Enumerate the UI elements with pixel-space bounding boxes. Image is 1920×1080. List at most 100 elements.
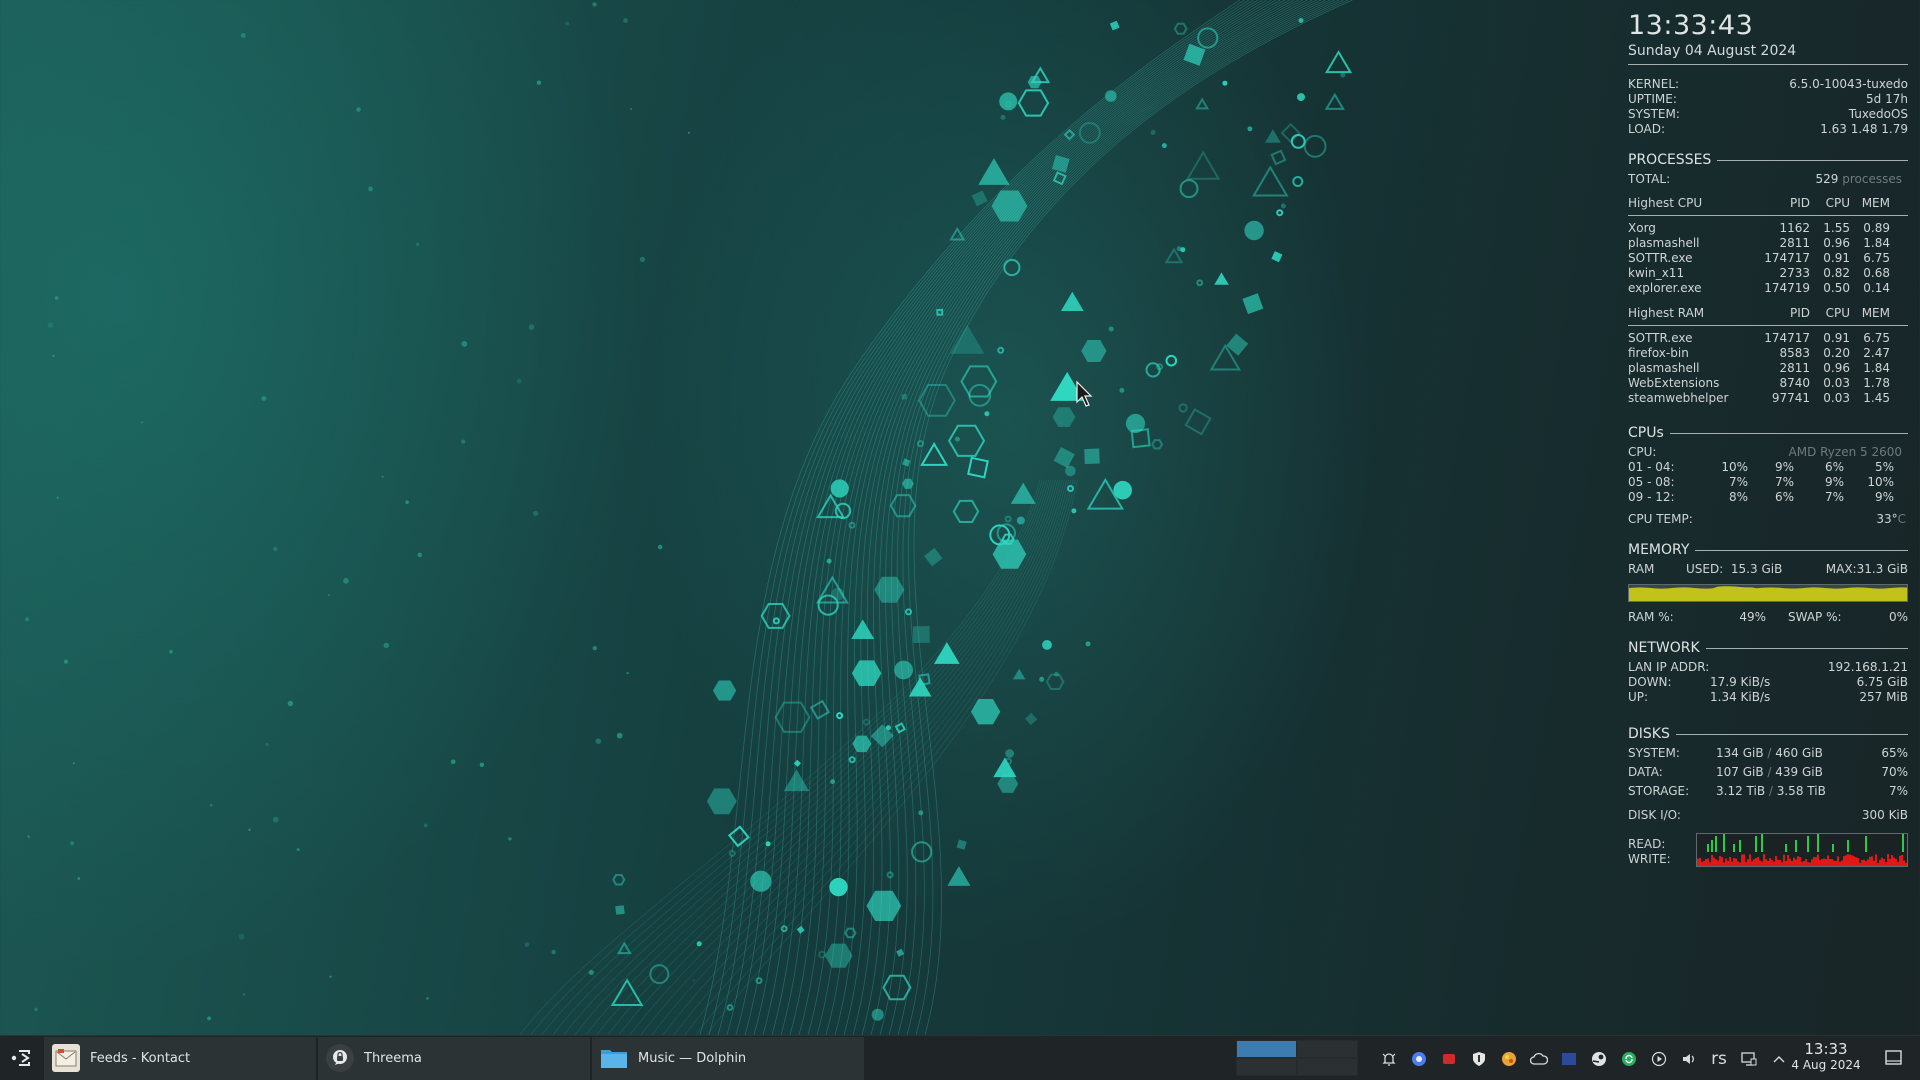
disk-write-bar (1885, 862, 1887, 866)
red-app-icon[interactable] (1434, 1036, 1464, 1080)
disk-write-bar (1873, 860, 1875, 866)
wallpaper-shape (1276, 209, 1284, 217)
wallpaper-shape (1119, 387, 1125, 393)
wallpaper-sparkle (265, 743, 269, 747)
desktop-1[interactable] (1236, 1040, 1297, 1058)
wallpaper-sparkle (592, 2, 597, 7)
desktop-2[interactable] (1297, 1040, 1358, 1058)
wallpaper-shape (851, 660, 882, 686)
keyboard-layout-indicator[interactable]: rs (1704, 1036, 1734, 1080)
wallpaper-sparkle (34, 1007, 38, 1012)
wallpaper-shape (1071, 508, 1077, 514)
disk-write-bar (1713, 857, 1715, 866)
disk-write-bar (1733, 857, 1735, 866)
wallpaper-shape (848, 521, 856, 529)
wallpaper-shape (829, 877, 848, 897)
wallpaper-shape (1252, 165, 1289, 197)
disk-write-bar (1847, 854, 1849, 866)
process-mem: 0.14 (1863, 281, 1890, 295)
disk-write-bar (1821, 859, 1823, 866)
wallpaper-shape (1292, 176, 1304, 187)
wallpaper-shape (780, 925, 788, 933)
cloud-sync-icon[interactable] (1524, 1036, 1554, 1080)
disk-usage-list: SYSTEM: 134 GiB / 460 GiB 65% DATA: 107 GiB … (1628, 746, 1908, 799)
process-pid: 2733 (1779, 266, 1810, 280)
wallpaper-sparkle (140, 421, 143, 424)
disk-size: 3.58 TiB (1776, 784, 1826, 798)
media-play-icon[interactable] (1644, 1036, 1674, 1080)
dolphin-folder-icon (600, 1044, 628, 1072)
wallpaper-shape (917, 440, 924, 448)
disk-write-bar (1837, 856, 1839, 866)
disk-write-bar (1727, 860, 1729, 866)
disk-write-bar (1769, 858, 1771, 866)
widget-clock: 13:33:43 (1628, 10, 1754, 41)
cpu-core-usage-value: 9% (1874, 490, 1894, 504)
show-desktop-icon[interactable] (1884, 1048, 1904, 1068)
wallpaper-sparkle (243, 993, 245, 996)
system-row: LOAD: 1.63 1.48 1.79 (1628, 122, 1908, 136)
process-mem: 2.47 (1863, 346, 1890, 360)
wallpaper-shape (993, 757, 1017, 778)
wallpaper-sparkle (77, 877, 81, 880)
wallpaper-shape (772, 617, 780, 625)
wave-line (699, 0, 1241, 1035)
disk-write-bar (1817, 854, 1819, 866)
taskbar: Feeds - Kontact Threema Music — Dolphin … (0, 1035, 1920, 1080)
disk-write-bar (1875, 854, 1877, 866)
disk-write-bar (1747, 859, 1749, 866)
disk-read-bar (1711, 840, 1713, 852)
process-row: WebExtensions 8740 0.03 1.78 (1628, 376, 1908, 391)
wave-line (861, 0, 1322, 1035)
task-dolphin[interactable]: Music — Dolphin (592, 1036, 864, 1080)
disk-write-bar (1699, 857, 1701, 866)
wallpaper-shape (1025, 712, 1038, 726)
shield-icon[interactable] (1464, 1036, 1494, 1080)
display-app-icon[interactable] (1554, 1036, 1584, 1080)
wallpaper-shape (1052, 407, 1076, 427)
wallpaper-shape (588, 970, 594, 975)
disk-io-graph: READ: WRITE: (1628, 833, 1908, 867)
wallpaper-shape (830, 479, 849, 498)
disk-write-bar (1709, 862, 1711, 866)
process-total: TOTAL: 529 processes (1628, 172, 1902, 186)
wave-line (552, 479, 1047, 1035)
notifications-bell-icon[interactable] (1374, 1036, 1404, 1080)
wallpaper-shape (1242, 293, 1264, 315)
taskbar-clock[interactable]: 13:33 4 Aug 2024 (1786, 1040, 1866, 1073)
wallpaper-shape (901, 394, 907, 400)
disk-write-bar (1765, 858, 1767, 866)
color-picker-icon[interactable] (1494, 1036, 1524, 1080)
volume-icon[interactable] (1674, 1036, 1704, 1080)
desktop-3[interactable] (1236, 1058, 1297, 1076)
process-row: plasmashell 2811 0.96 1.84 (1628, 361, 1908, 376)
system-info: KERNEL: 6.5.0-10043-tuxedo UPTIME: 5d 17h … (1628, 77, 1908, 137)
highest-cpu-header: Highest CPU PID CPU MEM (1628, 196, 1890, 210)
wallpaper-shape (950, 324, 985, 354)
update-sync-icon[interactable] (1614, 1036, 1644, 1080)
desktop-4[interactable] (1297, 1058, 1358, 1076)
highest-ram-list: SOTTR.exe 174717 0.91 6.75 firefox-bin 8583 0.… (1628, 331, 1908, 406)
disk-read-bar (1807, 836, 1809, 852)
application-launcher-button[interactable] (0, 1036, 44, 1080)
process-name: Xorg (1628, 221, 1656, 235)
network-monitor-icon[interactable] (1734, 1036, 1764, 1080)
task-kontact[interactable]: Feeds - Kontact (44, 1036, 316, 1080)
disk-write-bar (1781, 862, 1783, 866)
wallpaper-shape (905, 608, 912, 616)
disk-write-bar (1763, 854, 1765, 866)
cpu-temp-row: CPU TEMP: 33°C (1628, 512, 1906, 526)
disk-read-bar (1902, 834, 1904, 852)
disk-write-bar (1703, 860, 1705, 866)
task-threema[interactable]: Threema (318, 1036, 590, 1080)
chat-app-icon[interactable] (1404, 1036, 1434, 1080)
highest-ram-header: Highest RAM PID CPU MEM (1628, 306, 1890, 320)
disk-usage: 3.12 TiB / 3.58 TiB (1716, 784, 1836, 799)
wallpaper-shape (1178, 403, 1188, 413)
disk-write-bar (1807, 862, 1809, 866)
steam-icon[interactable] (1584, 1036, 1614, 1080)
wallpaper-shape (984, 411, 990, 417)
wallpaper-shape (1084, 448, 1100, 465)
process-name: steamwebhelper (1628, 391, 1729, 405)
disk-write-bar (1889, 858, 1891, 866)
